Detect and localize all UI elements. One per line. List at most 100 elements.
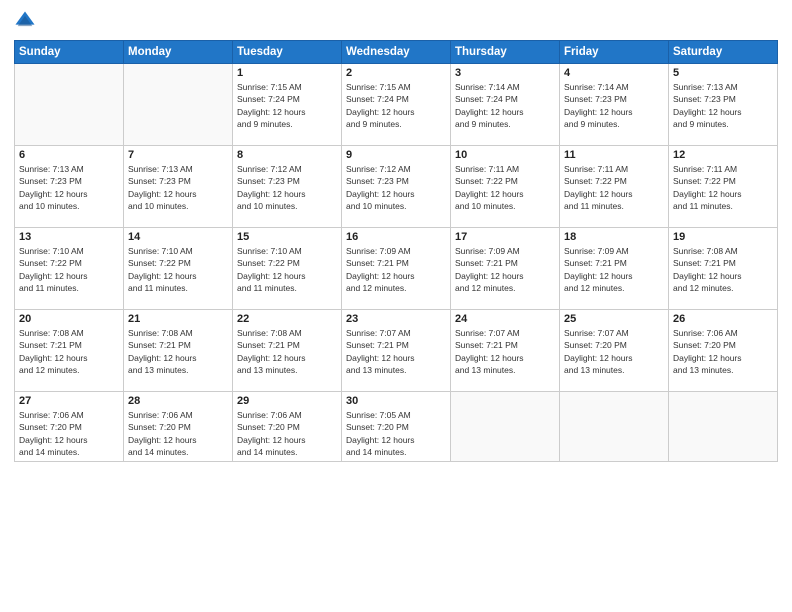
day-number: 20 [19,313,119,325]
calendar-cell: 7 Sunrise: 7:13 AM Sunset: 7:23 PM Daylig… [124,146,233,228]
day-number: 24 [455,313,555,325]
day-number: 10 [455,149,555,161]
day-number: 17 [455,231,555,243]
weekday-header-friday: Friday [560,41,669,64]
day-info: Sunrise: 7:10 AM Sunset: 7:22 PM Dayligh… [128,245,228,294]
calendar-cell: 17Sunrise: 7:09 AM Sunset: 7:21 PM Dayli… [451,228,560,310]
calendar-cell [124,64,233,146]
calendar-cell: 12Sunrise: 7:11 AM Sunset: 7:22 PM Dayli… [669,146,778,228]
day-info: Sunrise: 7:08 AM Sunset: 7:21 PM Dayligh… [673,245,773,294]
day-number: 27 [19,395,119,407]
header [14,10,778,32]
day-number: 16 [346,231,446,243]
calendar-table: SundayMondayTuesdayWednesdayThursdayFrid… [14,40,778,462]
day-number: 3 [455,67,555,79]
calendar-cell: 5Sunrise: 7:13 AM Sunset: 7:23 PM Daylig… [669,64,778,146]
calendar-cell [451,392,560,462]
day-number: 23 [346,313,446,325]
day-info: Sunrise: 7:13 AM Sunset: 7:23 PM Dayligh… [19,163,119,212]
calendar-cell: 4 Sunrise: 7:14 AM Sunset: 7:23 PM Daylig… [560,64,669,146]
day-number: 30 [346,395,446,407]
day-info: Sunrise: 7:09 AM Sunset: 7:21 PM Dayligh… [564,245,664,294]
day-info: Sunrise: 7:15 AM Sunset: 7:24 PM Dayligh… [346,81,446,130]
day-info: Sunrise: 7:06 AM Sunset: 7:20 PM Dayligh… [673,327,773,376]
calendar-cell: 25 Sunrise: 7:07 AM Sunset: 7:20 PM Dayli… [560,310,669,392]
day-info: Sunrise: 7:11 AM Sunset: 7:22 PM Dayligh… [673,163,773,212]
day-number: 21 [128,313,228,325]
day-info: Sunrise: 7:10 AM Sunset: 7:22 PM Dayligh… [19,245,119,294]
day-number: 4 [564,67,664,79]
calendar-cell: 2Sunrise: 7:15 AM Sunset: 7:24 PM Daylig… [342,64,451,146]
week-row-3: 13Sunrise: 7:10 AM Sunset: 7:22 PM Dayli… [15,228,778,310]
day-info: Sunrise: 7:06 AM Sunset: 7:20 PM Dayligh… [128,409,228,458]
day-info: Sunrise: 7:06 AM Sunset: 7:20 PM Dayligh… [19,409,119,458]
day-number: 29 [237,395,337,407]
day-info: Sunrise: 7:14 AM Sunset: 7:24 PM Dayligh… [455,81,555,130]
day-info: Sunrise: 7:07 AM Sunset: 7:20 PM Dayligh… [564,327,664,376]
calendar-cell: 21Sunrise: 7:08 AM Sunset: 7:21 PM Dayli… [124,310,233,392]
week-row-4: 20 Sunrise: 7:08 AM Sunset: 7:21 PM Dayli… [15,310,778,392]
calendar-cell: 30 Sunrise: 7:05 AM Sunset: 7:20 PM Dayli… [342,392,451,462]
day-info: Sunrise: 7:09 AM Sunset: 7:21 PM Dayligh… [346,245,446,294]
calendar-cell: 10 Sunrise: 7:11 AM Sunset: 7:22 PM Dayli… [451,146,560,228]
calendar-cell: 27 Sunrise: 7:06 AM Sunset: 7:20 PM Dayli… [15,392,124,462]
weekday-header-thursday: Thursday [451,41,560,64]
calendar-cell: 8 Sunrise: 7:12 AM Sunset: 7:23 PM Daylig… [233,146,342,228]
day-info: Sunrise: 7:05 AM Sunset: 7:20 PM Dayligh… [346,409,446,458]
day-info: Sunrise: 7:11 AM Sunset: 7:22 PM Dayligh… [455,163,555,212]
day-number: 19 [673,231,773,243]
day-number: 1 [237,67,337,79]
week-row-1: 1 Sunrise: 7:15 AM Sunset: 7:24 PM Daylig… [15,64,778,146]
calendar-cell: 23 Sunrise: 7:07 AM Sunset: 7:21 PM Dayli… [342,310,451,392]
calendar-cell: 28 Sunrise: 7:06 AM Sunset: 7:20 PM Dayli… [124,392,233,462]
calendar-cell: 29 Sunrise: 7:06 AM Sunset: 7:20 PM Dayli… [233,392,342,462]
day-info: Sunrise: 7:12 AM Sunset: 7:23 PM Dayligh… [237,163,337,212]
calendar-cell: 24 Sunrise: 7:07 AM Sunset: 7:21 PM Dayli… [451,310,560,392]
day-number: 9 [346,149,446,161]
week-row-5: 27 Sunrise: 7:06 AM Sunset: 7:20 PM Dayli… [15,392,778,462]
calendar-cell: 18 Sunrise: 7:09 AM Sunset: 7:21 PM Dayli… [560,228,669,310]
day-number: 28 [128,395,228,407]
calendar-cell: 11 Sunrise: 7:11 AM Sunset: 7:22 PM Dayli… [560,146,669,228]
logo [14,10,38,32]
weekday-header-saturday: Saturday [669,41,778,64]
calendar-cell: 13Sunrise: 7:10 AM Sunset: 7:22 PM Dayli… [15,228,124,310]
day-number: 5 [673,67,773,79]
day-info: Sunrise: 7:06 AM Sunset: 7:20 PM Dayligh… [237,409,337,458]
day-number: 18 [564,231,664,243]
calendar-cell [15,64,124,146]
day-number: 6 [19,149,119,161]
calendar-cell: 15 Sunrise: 7:10 AM Sunset: 7:22 PM Dayli… [233,228,342,310]
day-number: 8 [237,149,337,161]
calendar-cell: 19 Sunrise: 7:08 AM Sunset: 7:21 PM Dayli… [669,228,778,310]
day-number: 26 [673,313,773,325]
day-info: Sunrise: 7:15 AM Sunset: 7:24 PM Dayligh… [237,81,337,130]
day-number: 15 [237,231,337,243]
day-info: Sunrise: 7:07 AM Sunset: 7:21 PM Dayligh… [455,327,555,376]
calendar-cell: 9 Sunrise: 7:12 AM Sunset: 7:23 PM Daylig… [342,146,451,228]
day-info: Sunrise: 7:07 AM Sunset: 7:21 PM Dayligh… [346,327,446,376]
day-info: Sunrise: 7:13 AM Sunset: 7:23 PM Dayligh… [128,163,228,212]
calendar-cell: 14 Sunrise: 7:10 AM Sunset: 7:22 PM Dayli… [124,228,233,310]
calendar-cell: 16 Sunrise: 7:09 AM Sunset: 7:21 PM Dayli… [342,228,451,310]
logo-icon [14,10,36,32]
weekday-header-sunday: Sunday [15,41,124,64]
day-info: Sunrise: 7:10 AM Sunset: 7:22 PM Dayligh… [237,245,337,294]
calendar-cell: 26 Sunrise: 7:06 AM Sunset: 7:20 PM Dayli… [669,310,778,392]
weekday-header-tuesday: Tuesday [233,41,342,64]
day-info: Sunrise: 7:08 AM Sunset: 7:21 PM Dayligh… [19,327,119,376]
day-number: 25 [564,313,664,325]
day-info: Sunrise: 7:11 AM Sunset: 7:22 PM Dayligh… [564,163,664,212]
calendar-cell: 3 Sunrise: 7:14 AM Sunset: 7:24 PM Daylig… [451,64,560,146]
week-row-2: 6 Sunrise: 7:13 AM Sunset: 7:23 PM Daylig… [15,146,778,228]
day-info: Sunrise: 7:14 AM Sunset: 7:23 PM Dayligh… [564,81,664,130]
day-number: 7 [128,149,228,161]
day-number: 14 [128,231,228,243]
day-number: 11 [564,149,664,161]
day-info: Sunrise: 7:12 AM Sunset: 7:23 PM Dayligh… [346,163,446,212]
calendar-cell [669,392,778,462]
calendar-cell [560,392,669,462]
day-number: 22 [237,313,337,325]
calendar-cell: 20 Sunrise: 7:08 AM Sunset: 7:21 PM Dayli… [15,310,124,392]
weekday-header-monday: Monday [124,41,233,64]
